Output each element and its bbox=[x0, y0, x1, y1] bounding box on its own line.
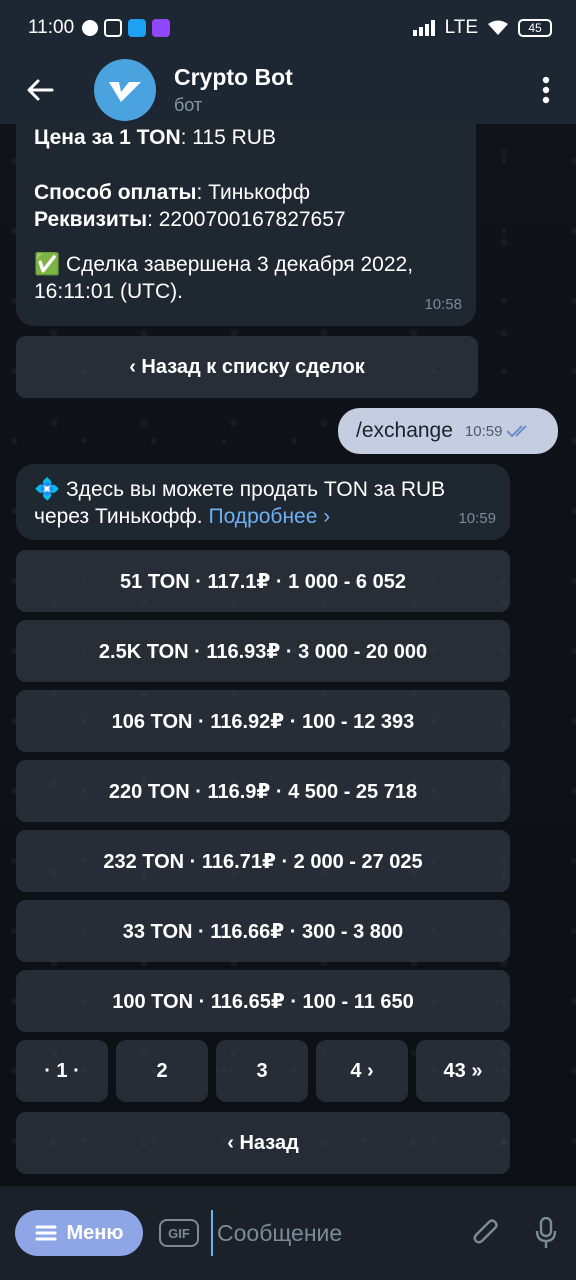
payment-method-value: : Тинькофф bbox=[196, 181, 310, 204]
offer-button-6[interactable]: 33 TON · 116.66₽ · 300 - 3 800 bbox=[16, 900, 510, 962]
price-value: : 115 RUB bbox=[180, 126, 276, 149]
check-icon: ✅ bbox=[34, 253, 61, 276]
page-2-button[interactable]: 2 bbox=[116, 1040, 208, 1102]
chat-area[interactable]: Цена за 1 TON: 115 RUB Способ оплаты: Ти… bbox=[0, 124, 576, 1186]
offer-button-3[interactable]: 106 TON · 116.92₽ · 100 - 12 393 bbox=[16, 690, 510, 752]
more-info-link[interactable]: Подробнее › bbox=[209, 505, 331, 528]
back-button[interactable] bbox=[0, 56, 80, 124]
double-check-icon bbox=[506, 425, 528, 438]
nfc-icon bbox=[104, 19, 123, 37]
status-time: 11:00 bbox=[28, 17, 75, 38]
payment-method-label: Способ оплаты bbox=[34, 181, 197, 204]
voice-button[interactable] bbox=[516, 1217, 576, 1249]
requisites-value: : 2200700167827657 bbox=[147, 208, 346, 231]
requisites-label: Реквизиты bbox=[34, 208, 148, 231]
deal-message: Цена за 1 TON: 115 RUB Способ оплаты: Ти… bbox=[16, 124, 476, 326]
offer-button-4[interactable]: 220 TON · 116.9₽ · 4 500 - 25 718 bbox=[16, 760, 510, 822]
message-time: 10:59 bbox=[458, 510, 496, 527]
back-to-deals-button[interactable]: ‹ Назад к списку сделок bbox=[16, 336, 478, 398]
attach-button[interactable] bbox=[456, 1218, 516, 1248]
last-page-button[interactable]: 43 » bbox=[416, 1040, 510, 1102]
bot-menu-button[interactable]: Меню bbox=[15, 1210, 143, 1256]
chat-title-area[interactable]: Crypto Bot бот bbox=[174, 64, 293, 116]
bot-logo-icon bbox=[109, 82, 141, 102]
status-bar: 11:00 LTE 45 bbox=[0, 0, 576, 56]
back-button-keyboard[interactable]: ‹ Назад bbox=[16, 1112, 510, 1174]
page-4-button[interactable]: 4 › bbox=[316, 1040, 408, 1102]
mic-icon bbox=[535, 1217, 557, 1248]
deal-completed-text: Сделка завершена 3 декабря 2022, 16:11:0… bbox=[34, 253, 414, 303]
twitch-icon bbox=[152, 19, 171, 37]
offer-button-7[interactable]: 100 TON · 116.65₽ · 100 - 11 650 bbox=[16, 970, 510, 1032]
avatar[interactable] bbox=[94, 59, 156, 121]
twitter-icon bbox=[128, 19, 147, 37]
menu-icon bbox=[35, 1225, 57, 1241]
offer-button-5[interactable]: 232 TON · 116.71₽ · 2 000 - 27 025 bbox=[16, 830, 510, 892]
price-label: Цена за 1 TON bbox=[34, 126, 181, 149]
page-3-button[interactable]: 3 bbox=[216, 1040, 308, 1102]
signal-icon bbox=[412, 20, 435, 36]
diamond-icon: 💠 bbox=[34, 478, 61, 501]
network-type: LTE bbox=[444, 17, 478, 38]
more-options-button[interactable] bbox=[516, 76, 576, 104]
alarm-icon bbox=[82, 20, 99, 36]
chat-title: Crypto Bot bbox=[174, 64, 293, 90]
more-vert-icon bbox=[542, 76, 550, 104]
message-input[interactable]: Сообщение bbox=[211, 1210, 456, 1256]
wifi-icon bbox=[488, 20, 508, 35]
message-time: 10:58 bbox=[424, 296, 462, 313]
page-1-button[interactable]: · 1 · bbox=[16, 1040, 108, 1102]
outgoing-message: /exchange 10:59 bbox=[338, 408, 558, 454]
menu-button-label: Меню bbox=[66, 1221, 124, 1244]
exchange-info-message: 💠 Здесь вы можете продать TON за RUB чер… bbox=[16, 464, 510, 540]
offer-button-2[interactable]: 2.5K TON · 116.93₽ · 3 000 - 20 000 bbox=[16, 620, 510, 682]
battery-icon: 45 bbox=[518, 19, 552, 37]
outgoing-message-text: /exchange bbox=[356, 419, 453, 442]
chat-header: Crypto Bot бот bbox=[0, 56, 576, 124]
attach-icon bbox=[473, 1219, 498, 1244]
message-input-bar: Меню GIF Сообщение bbox=[0, 1186, 576, 1280]
gif-button[interactable]: GIF bbox=[159, 1219, 199, 1247]
chat-subtitle: бот bbox=[174, 95, 203, 115]
offer-button-1[interactable]: 51 TON · 117.1₽ · 1 000 - 6 052 bbox=[16, 550, 510, 612]
back-arrow-icon bbox=[27, 79, 54, 101]
notification-icons bbox=[82, 19, 171, 37]
outgoing-time: 10:59 bbox=[464, 422, 503, 440]
